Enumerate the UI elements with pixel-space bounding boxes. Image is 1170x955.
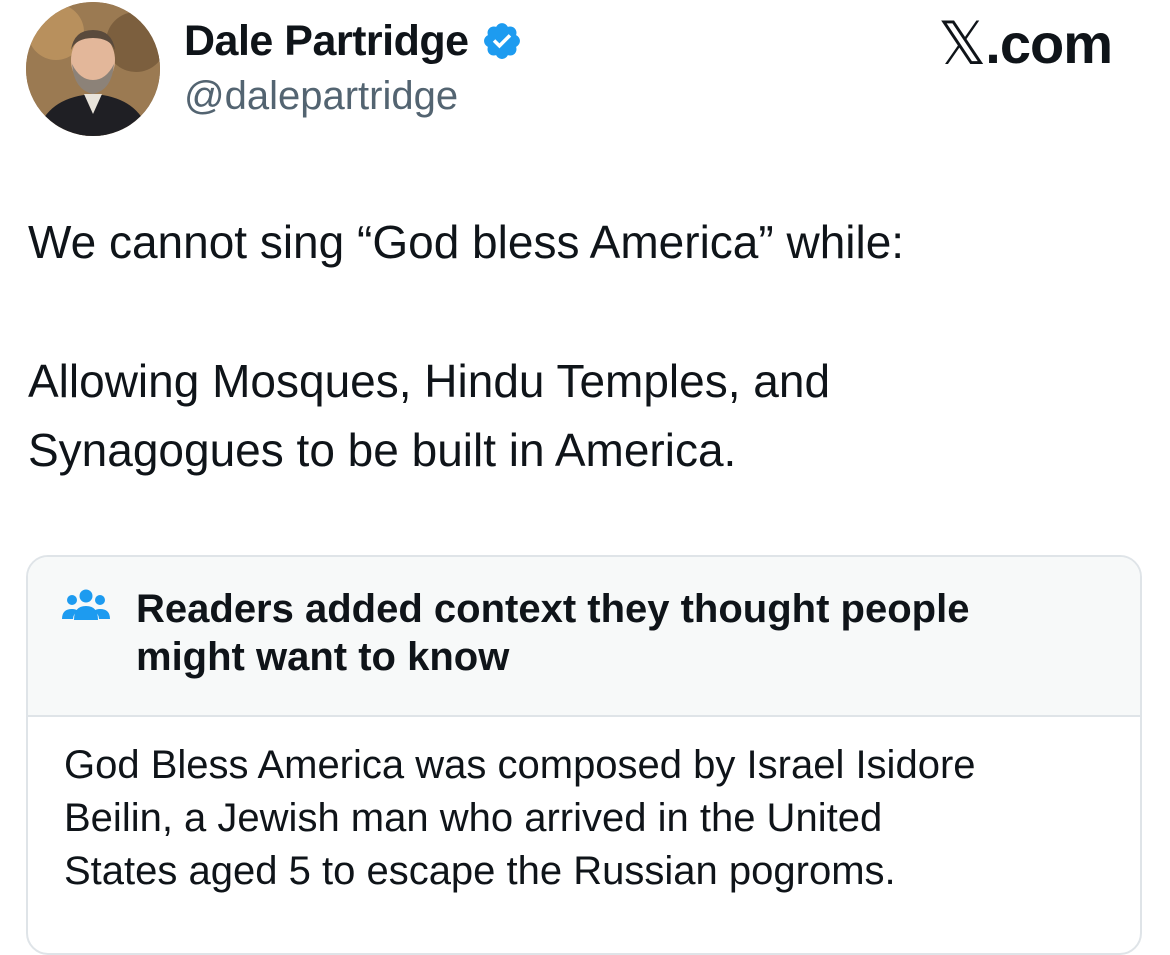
community-note-title: Readers added context they thought peopl… (136, 585, 1096, 681)
note-body-line: States aged 5 to escape the Russian pogr… (64, 849, 896, 893)
note-title-line: Readers added context they thought peopl… (136, 587, 970, 631)
brand-logo: 𝕏 .com (937, 9, 1113, 79)
brand-suffix: .com (985, 12, 1113, 75)
display-name[interactable]: Dale Partridge (184, 14, 469, 68)
people-icon (62, 587, 110, 627)
author-handle[interactable]: @dalepartridge (184, 70, 458, 122)
avatar[interactable] (26, 2, 160, 136)
tweet-text-line: We cannot sing “God bless America” while… (28, 216, 905, 268)
note-body-line: God Bless America was composed by Israel… (64, 743, 976, 787)
verified-badge-icon (481, 20, 523, 62)
note-title-line: might want to know (136, 635, 510, 679)
tweet-text-line: Allowing Mosques, Hindu Temples, and (28, 355, 831, 407)
author-name-row: Dale Partridge (184, 14, 523, 68)
community-note-card[interactable]: Readers added context they thought peopl… (26, 555, 1142, 955)
x-logo-icon: 𝕏 (937, 9, 986, 79)
note-body-line: Beilin, a Jewish man who arrived in the … (64, 796, 883, 840)
community-note-header: Readers added context they thought peopl… (28, 557, 1140, 717)
tweet-text-line: Synagogues to be built in America. (28, 424, 737, 476)
community-note-body: God Bless America was composed by Israel… (64, 739, 1124, 898)
tweet-text-paragraph: Allowing Mosques, Hindu Temples, and Syn… (28, 347, 1138, 485)
